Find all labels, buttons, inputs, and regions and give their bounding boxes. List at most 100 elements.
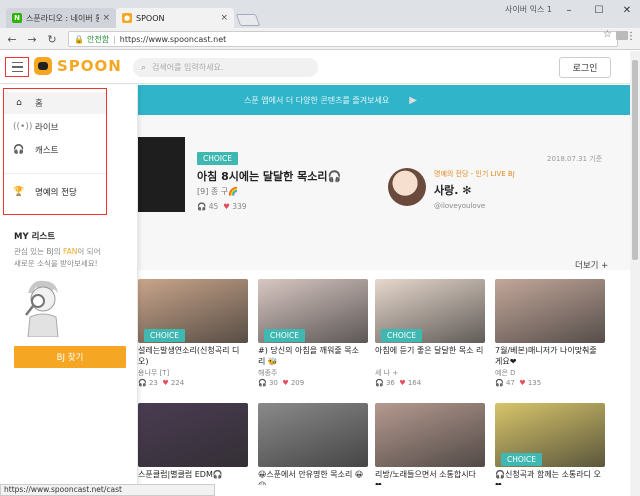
url-text: https://www.spooncast.net <box>119 34 227 44</box>
reload-icon[interactable]: ↻ <box>44 31 60 47</box>
new-tab-button[interactable] <box>235 14 261 26</box>
heart-icon: ♥ <box>282 379 289 387</box>
cast-title[interactable]: 스푼클럽|별클럽 EDM🎧 <box>138 469 248 485</box>
cast-author: 예은 D <box>495 369 516 377</box>
headphones-icon: 🎧 <box>375 379 384 387</box>
main-content: 스푼 앱에서 더 다양한 콘텐츠를 즐겨보세요 ▶ CHOICE 아침 8시에는… <box>110 85 630 485</box>
featured-cast-stats: 🎧 45 ♥ 339 <box>197 202 247 211</box>
cast-card[interactable]: CHOICE 🎧신청곡과 함께는 소통라디 오❤ <box>495 403 605 485</box>
headphones-icon: 🎧 <box>197 202 207 211</box>
choice-badge: CHOICE <box>501 453 542 466</box>
banner-text: 스푼 앱에서 더 다양한 콘텐츠를 즐겨보세요 <box>244 95 390 105</box>
cast-stats: 🎧 47 ♥ 135 <box>495 379 605 387</box>
cast-title[interactable]: 🎧신청곡과 함께는 소통라디 오❤ <box>495 469 605 485</box>
sidebar-divider <box>4 173 106 174</box>
heart-icon: ♥ <box>399 379 406 387</box>
cast-thumbnail[interactable] <box>495 279 605 343</box>
my-list-desc-part: 관심 있는 BJ의 <box>14 247 64 256</box>
sidebar-item-label: 캐스트 <box>35 146 59 156</box>
url-field[interactable]: 🔒 안전함 | https://www.spooncast.net <box>68 31 618 47</box>
tab-close-icon[interactable]: × <box>220 13 228 23</box>
plays-count: 23 <box>148 379 158 387</box>
sidebar: ⌂ 홈 ((•)) 라이브 🎧 캐스트 🏆 명예의 전당 MY 리스트 관심 있… <box>0 85 138 485</box>
back-icon[interactable]: ← <box>4 31 20 47</box>
sidebar-item-live[interactable]: ((•)) 라이브 <box>4 116 106 138</box>
cast-thumbnail[interactable]: CHOICE <box>495 403 605 467</box>
search-input[interactable]: ⌕ 검색어를 입력하세요. <box>133 58 318 77</box>
cast-thumbnail[interactable]: CHOICE <box>375 279 485 343</box>
cast-thumbnail[interactable]: CHOICE <box>138 279 248 343</box>
choice-badge: CHOICE <box>381 329 422 342</box>
browser-tab-spoon[interactable]: ● SPOON × <box>116 8 234 28</box>
site-header: SPOON ⌕ 검색어를 입력하세요. 로그인 <box>0 51 640 84</box>
choice-badge: CHOICE <box>264 329 305 342</box>
heart-icon: ♥ <box>223 202 230 211</box>
featured-cast-title[interactable]: 아침 8시에는 달달한 목소리🎧 <box>197 168 341 184</box>
cast-thumbnail[interactable]: CHOICE <box>258 279 368 343</box>
hall-of-fame-label: 명예의 전당 - 인기 LIVE BJ <box>434 170 515 178</box>
sidebar-item-cast[interactable]: 🎧 캐스트 <box>4 139 106 161</box>
browser-tab-naver[interactable]: N 스푼라디오 : 네이버 통합 × <box>6 8 116 28</box>
my-list-description: 관심 있는 BJ의 FAN이 되어 새로운 소식을 받아보세요! <box>14 246 100 270</box>
sidebar-item-label: 명예의 전당 <box>35 188 77 198</box>
logo-text: SPOON <box>57 57 122 75</box>
cast-card[interactable]: CHOICE #) 당신의 아침을 깨워줄 목소 리 🐝 해종주 🎧 30 ♥ 209 <box>258 279 368 387</box>
cast-card[interactable]: 7월/베본)매니저가 나이맞춰줄 게요❤ 예은 D 🎧 47 ♥ 135 <box>495 279 605 387</box>
my-list-desc-part: 이 되어 <box>77 247 101 256</box>
maximize-icon[interactable]: ☐ <box>586 2 612 18</box>
spoon-icon: ● <box>122 13 132 23</box>
trophy-icon: 🏆 <box>13 187 25 197</box>
more-link[interactable]: 더보기 + <box>575 259 608 271</box>
cast-title[interactable]: 아침에 듣기 좋은 달달한 목소 리 <box>375 345 485 367</box>
cast-title[interactable]: 리방/노래들으면서 소통합시다 ❤ <box>375 469 485 485</box>
cast-thumbnail[interactable] <box>258 403 368 467</box>
secure-label: 안전함 <box>86 34 110 44</box>
cast-thumbnail[interactable] <box>138 403 248 467</box>
browser-menu-icon[interactable]: ⋮ <box>626 31 636 42</box>
cast-author: 용나무 [T] <box>138 369 170 377</box>
close-window-icon[interactable]: ✕ <box>614 2 640 18</box>
heart-icon: ♥ <box>162 379 169 387</box>
scrollbar-thumb[interactable] <box>632 60 638 260</box>
sidebar-item-home[interactable]: ⌂ 홈 <box>4 92 106 114</box>
browser-titlebar: N 스푼라디오 : 네이버 통합 × ● SPOON × 사이버 익스 1 – … <box>0 0 640 28</box>
tab-label: 스푼라디오 : 네이버 통합 <box>26 13 100 23</box>
spoon-logo[interactable]: SPOON <box>34 57 122 75</box>
app-banner[interactable]: 스푼 앱에서 더 다양한 콘텐츠를 즐겨보세요 ▶ <box>110 85 630 115</box>
live-icon: ((•)) <box>13 122 33 132</box>
headphones-icon: 🎧 <box>495 379 504 387</box>
plays-count: 36 <box>385 379 395 387</box>
address-bar: ← → ↻ 🔒 안전함 | https://www.spooncast.net … <box>0 28 640 50</box>
login-button[interactable]: 로그인 <box>559 57 611 78</box>
cast-card[interactable]: CHOICE 설레는발생연소리(신청곡리 디오) 용나무 [T] 🎧 23 ♥ 224 <box>138 279 248 387</box>
find-bj-button[interactable]: BJ 찾기 <box>14 346 126 368</box>
likes-count: 339 <box>232 202 247 211</box>
cast-thumbnail[interactable] <box>375 403 485 467</box>
cast-title[interactable]: 😀스푼에서 안유명한 목소리 😀😀 <box>258 469 368 485</box>
forward-icon[interactable]: → <box>24 31 40 47</box>
featured-section: CHOICE 아침 8시에는 달달한 목소리🎧 [9] 종 구🌈 🎧 45 ♥ … <box>110 115 630 270</box>
cast-card[interactable]: 리방/노래들으면서 소통합시다 ❤ <box>375 403 485 485</box>
avatar[interactable] <box>388 168 426 206</box>
hall-of-fame-name[interactable]: 사랑. ✻ <box>434 182 471 198</box>
cast-title[interactable]: 7월/베본)매니저가 나이맞춰줄 게요❤ <box>495 345 605 367</box>
cast-card[interactable]: CHOICE 아침에 듣기 좋은 달달한 목소 리세 나 + 🎧 36 ♥ 164 <box>375 279 485 387</box>
cast-title[interactable]: #) 당신의 아침을 깨워줄 목소 리 🐝 <box>258 345 368 367</box>
likes-count: 224 <box>170 379 185 387</box>
hamburger-menu-button[interactable] <box>5 57 29 77</box>
cast-card[interactable]: 😀스푼에서 안유명한 목소리 😀😀 <box>258 403 368 485</box>
minimize-icon[interactable]: – <box>556 2 582 18</box>
cast-author: 해종주 <box>258 369 278 377</box>
headphones-icon: 🎧 <box>258 379 267 387</box>
cast-author: 세 나 + <box>375 369 399 377</box>
tab-close-icon[interactable]: × <box>102 13 110 23</box>
plays-count: 30 <box>268 379 278 387</box>
sidebar-item-hall-of-fame[interactable]: 🏆 명예의 전당 <box>4 181 106 203</box>
google-play-icon[interactable]: ▶ <box>409 95 417 106</box>
bookmark-star-icon[interactable]: ☆ <box>603 29 612 40</box>
headphones-icon: 🎧 <box>138 379 147 387</box>
cast-title[interactable]: 설레는발생연소리(신청곡리 디오) <box>138 345 248 367</box>
search-icon: ⌕ <box>141 62 147 73</box>
window-user-label: 사이버 익스 1 <box>505 5 552 14</box>
cast-card[interactable]: 스푼클럽|별클럽 EDM🎧 <box>138 403 248 485</box>
